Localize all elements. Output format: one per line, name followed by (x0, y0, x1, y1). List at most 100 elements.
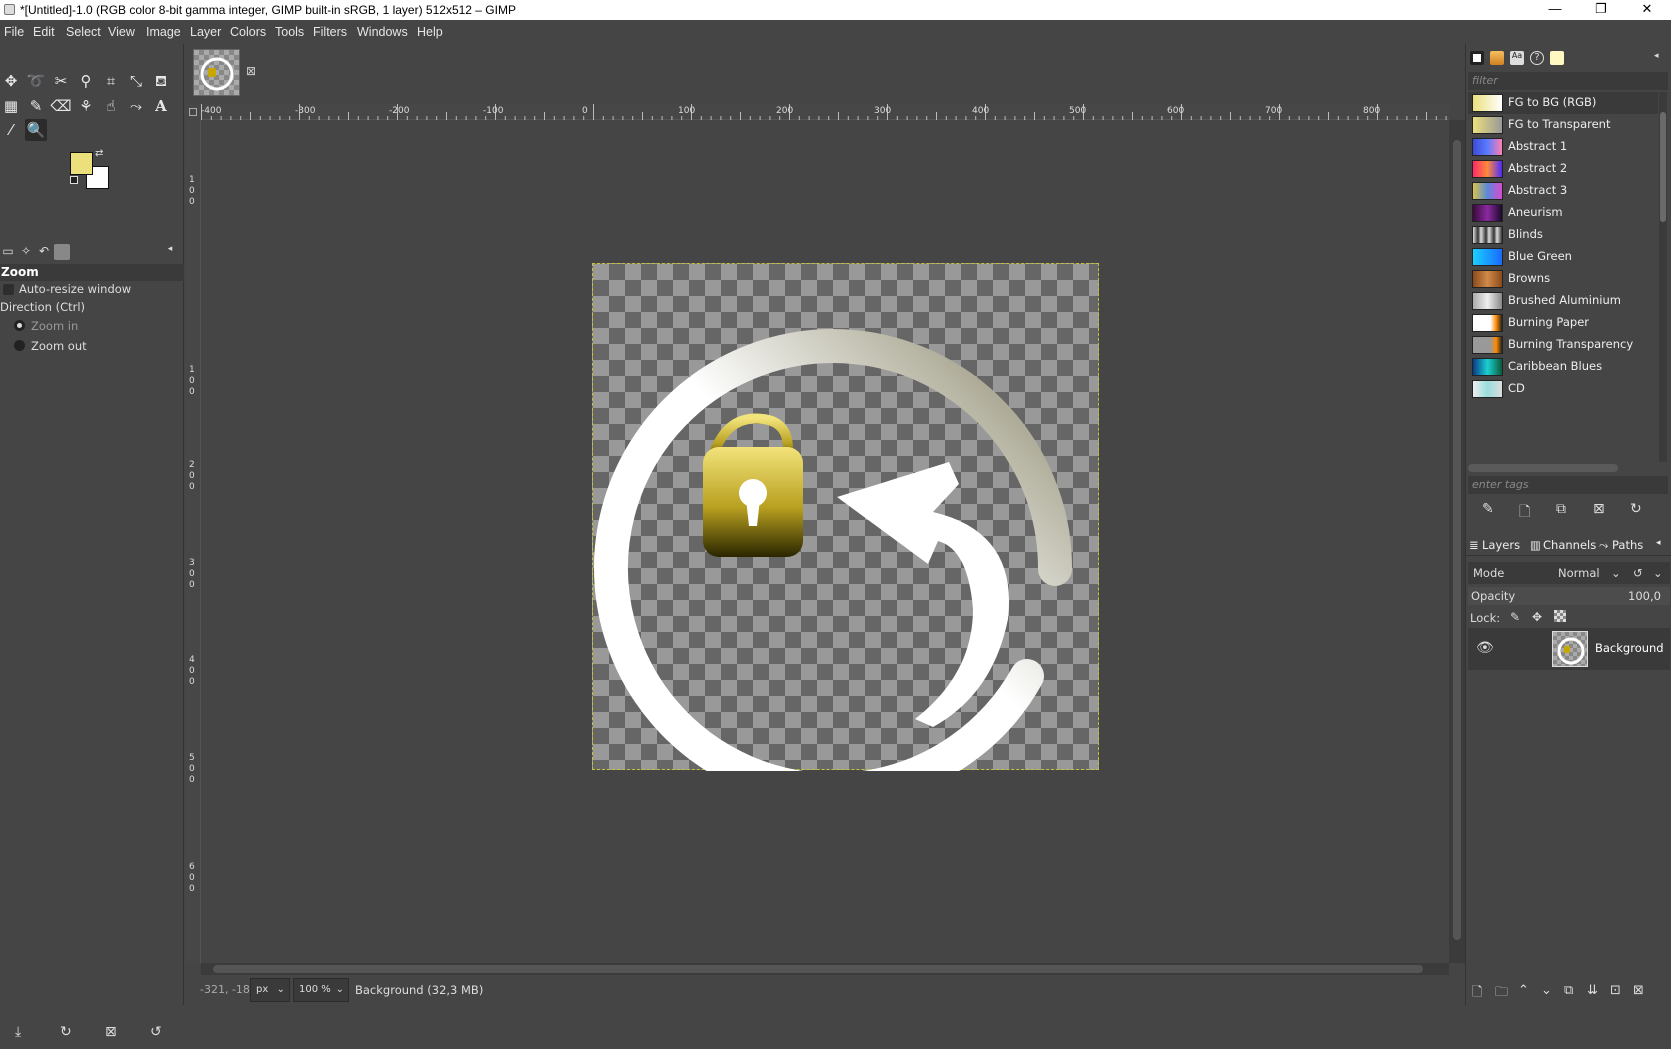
chevron-down-icon[interactable]: ⌄ (1653, 566, 1663, 580)
fuzzy-select-tool-icon[interactable]: ⚲ (75, 70, 97, 92)
paintbrush-tool-icon[interactable]: ✎ (25, 95, 47, 117)
tab-channels[interactable]: Channels (1543, 538, 1596, 552)
fonts-tab-icon[interactable]: Aa (1510, 51, 1524, 65)
image-tab-thumbnail[interactable] (193, 49, 240, 96)
menu-view[interactable]: View (108, 25, 135, 39)
opacity-slider[interactable]: Opacity 100,0 (1468, 587, 1670, 605)
mode-reset-icon[interactable]: ↺ (1633, 566, 1643, 580)
list-item[interactable]: CD (1468, 378, 1658, 400)
opacity-value[interactable]: 100,0 (1628, 589, 1661, 603)
delete-options-icon[interactable]: ⊠ (105, 1024, 117, 1040)
device-status-tab-icon[interactable]: ✧ (18, 244, 34, 260)
vertical-ruler[interactable]: 1 0 0 1 0 0 2 0 0 3 0 0 4 0 0 5 0 0 6 0 … (185, 120, 201, 963)
lasso-tool-icon[interactable]: ➰ (25, 70, 47, 92)
default-colors-icon[interactable] (70, 176, 78, 184)
close-button[interactable]: ✕ (1624, 0, 1670, 20)
lower-layer-icon[interactable]: ⌄ (1541, 983, 1552, 998)
clone-tool-icon[interactable]: ⚘ (75, 95, 97, 117)
eye-icon[interactable]: 👁 (1476, 640, 1494, 656)
zoom-select[interactable]: 100 % ⌄ (293, 978, 349, 1002)
gradient-tags-input[interactable]: enter tags (1468, 476, 1668, 494)
layer-name[interactable]: Background (1595, 641, 1664, 655)
list-item[interactable]: Caribbean Blues (1468, 356, 1658, 378)
menu-help[interactable]: Help (417, 25, 443, 39)
reset-options-icon[interactable]: ↺ (150, 1024, 162, 1040)
configure-tab-icon[interactable]: ◂ (162, 244, 178, 260)
brushes-tab-icon[interactable] (1470, 51, 1484, 65)
list-item[interactable]: Abstract 3 (1468, 180, 1658, 202)
zoom-out-radio[interactable] (14, 340, 25, 351)
ruler-corner[interactable] (185, 104, 201, 120)
list-item[interactable]: Abstract 2 (1468, 158, 1658, 180)
image-canvas[interactable] (592, 263, 1099, 808)
lock-position-icon[interactable]: ✥ (1532, 610, 1542, 624)
list-item[interactable]: FG to Transparent (1468, 114, 1658, 136)
patterns-tab-icon[interactable] (1490, 51, 1504, 65)
minimize-button[interactable]: — (1532, 0, 1578, 20)
list-item[interactable]: Aneurism (1468, 202, 1658, 224)
configure-tab-icon[interactable]: ◂ (1656, 538, 1661, 548)
list-item[interactable]: Brushed Aluminium (1468, 290, 1658, 312)
zoom-in-radio[interactable] (14, 320, 25, 331)
undo-history-tab-icon[interactable]: ↶ (36, 244, 52, 260)
horizontal-scrollbar-thumb[interactable] (213, 965, 1423, 973)
vertical-scrollbar-thumb[interactable] (1453, 140, 1461, 940)
gradient-scrollbar-thumb[interactable] (1660, 112, 1666, 222)
lock-alpha-icon[interactable] (1554, 610, 1566, 622)
layer-mask-icon[interactable]: ⊡ (1610, 983, 1621, 998)
swap-colors-icon[interactable]: ⇄ (95, 148, 103, 159)
delete-gradient-icon[interactable]: ⊠ (1593, 501, 1605, 517)
menu-image[interactable]: Image (146, 25, 181, 39)
eraser-tool-icon[interactable]: ⌫ (50, 95, 72, 117)
horizontal-scrollbar[interactable] (201, 963, 1449, 975)
list-item[interactable]: Browns (1468, 268, 1658, 290)
zoom-tool-icon[interactable]: 🔍 (25, 119, 47, 141)
tool-options-tab-icon[interactable]: ▭ (0, 244, 16, 260)
paths-tool-icon[interactable]: ⤳ (125, 95, 147, 117)
refresh-gradients-icon[interactable]: ↻ (1630, 501, 1642, 517)
menu-colors[interactable]: Colors (230, 25, 266, 39)
menu-tools[interactable]: Tools (275, 25, 304, 39)
list-item[interactable]: Burning Transparency (1468, 334, 1658, 356)
gradient-hscrollbar[interactable] (1468, 464, 1618, 472)
new-gradient-icon[interactable]: 🗋 (1519, 501, 1530, 525)
foreground-color-swatch[interactable] (70, 152, 93, 175)
save-options-icon[interactable]: ⤓ (15, 1024, 21, 1040)
move-tool-icon[interactable]: ✥ (0, 70, 22, 92)
scissors-tool-icon[interactable]: ✂ (50, 70, 72, 92)
gradient-filter-input[interactable]: filter (1468, 72, 1668, 90)
vertical-scrollbar[interactable] (1449, 120, 1465, 963)
list-item[interactable]: Blue Green (1468, 246, 1658, 268)
new-layer-icon[interactable]: 🗋 (1472, 983, 1482, 1005)
scale-tool-icon[interactable]: ⤡ (125, 70, 147, 92)
gradient-list[interactable]: FG to BG (RGB) FG to Transparent Abstrac… (1468, 92, 1658, 462)
menu-layer[interactable]: Layer (190, 25, 221, 39)
tab-layers[interactable]: Layers (1482, 538, 1520, 552)
list-item[interactable]: Abstract 1 (1468, 136, 1658, 158)
menu-filters[interactable]: Filters (313, 25, 347, 39)
gradients-tab-icon[interactable] (1550, 51, 1564, 65)
close-tab-icon[interactable]: ⊠ (246, 64, 256, 78)
list-item[interactable]: FG to BG (RGB) (1468, 92, 1658, 114)
configure-tab-icon[interactable]: ◂ (1654, 51, 1668, 65)
raise-layer-icon[interactable]: ⌃ (1518, 983, 1529, 998)
help-tab-icon[interactable]: ? (1530, 51, 1544, 65)
new-layer-group-icon[interactable]: 🗀 (1495, 983, 1508, 1005)
delete-layer-icon[interactable]: ⊠ (1633, 983, 1644, 998)
gradient-list-scrollbar[interactable] (1659, 92, 1667, 462)
unit-select[interactable]: px ⌄ (250, 978, 290, 1002)
menu-windows[interactable]: Windows (357, 25, 408, 39)
maximize-button[interactable]: ❐ (1578, 0, 1624, 20)
layer-row[interactable]: 👁 Background (1468, 628, 1670, 670)
list-item[interactable]: Burning Paper (1468, 312, 1658, 334)
gradient-tool-icon[interactable]: ▦ (0, 95, 22, 117)
tab-paths[interactable]: Paths (1612, 538, 1643, 552)
lock-pixels-icon[interactable]: ✎ (1510, 610, 1520, 624)
images-tab-icon[interactable] (54, 244, 70, 260)
text-tool-icon[interactable]: A (150, 95, 172, 117)
chevron-down-icon[interactable]: ⌄ (1611, 566, 1621, 580)
duplicate-gradient-icon[interactable]: ⧉ (1556, 501, 1566, 517)
smudge-tool-icon[interactable]: ☝ (100, 95, 122, 117)
menu-edit[interactable]: Edit (33, 25, 55, 39)
color-picker-tool-icon[interactable]: ⁄ (0, 119, 22, 141)
